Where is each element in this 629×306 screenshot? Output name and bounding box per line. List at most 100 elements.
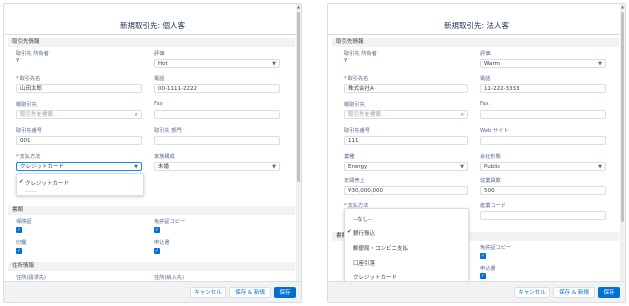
parent-account-label: 親取引先 <box>344 102 365 108</box>
application-checkbox[interactable]: ✓ <box>480 273 486 279</box>
dropdown-option[interactable]: --なし-- <box>353 215 372 223</box>
parent-account-label: 親取引先 <box>16 102 37 108</box>
insurance-checkbox[interactable]: ✓ <box>16 227 22 233</box>
industry-select[interactable]: Energy ▼ <box>344 162 468 171</box>
fax-label: Fax <box>480 101 489 107</box>
save-button[interactable]: 保存 <box>598 287 620 298</box>
rating-select-value: Hot <box>158 61 168 67</box>
modal-title: 新規取引先: 法人客 <box>444 21 509 30</box>
section-header-docs: 書類 <box>8 206 295 215</box>
save-and-new-button[interactable]: 保存 & 新規 <box>229 287 271 298</box>
owner-label: 取引先 所有者 <box>16 51 49 57</box>
name-label: 取引先名 <box>16 75 41 82</box>
phone-input[interactable]: 00-1111-2222 <box>154 84 280 93</box>
modal-footer: キャンセル 保存 & 新規 保存 <box>4 281 301 302</box>
payment-method-label: 支払方法 <box>16 153 41 160</box>
divider <box>328 34 625 35</box>
scroll-up-icon[interactable]: ▲ <box>620 4 625 9</box>
industry-code-label: 産業コード <box>480 203 506 209</box>
name-input[interactable]: 株式会社A <box>344 84 468 93</box>
fax-input[interactable] <box>480 110 606 119</box>
chevron-down-icon: ▼ <box>598 61 602 67</box>
seal-label: 印鑑 <box>16 240 27 246</box>
dropdown-option[interactable]: クレジットカード <box>353 273 397 281</box>
account-number-input[interactable]: 001 <box>16 136 142 145</box>
section-header-address: 住所情報 <box>8 262 295 271</box>
owner-label: 取引先 所有者 <box>344 51 377 57</box>
license-copy-checkbox[interactable]: ✓ <box>480 253 486 259</box>
parent-account-search[interactable]: 取引先を検索... ⌕ <box>16 110 142 119</box>
department-input[interactable] <box>154 136 280 145</box>
rating-select[interactable]: Hot ▼ <box>154 59 280 68</box>
name-label: 取引先名 <box>344 75 369 82</box>
save-button[interactable]: 保存 <box>274 287 296 298</box>
industry-select-value: Energy <box>348 164 368 170</box>
scrollbar-thumb[interactable] <box>297 12 300 182</box>
employees-label: 従業員数 <box>480 178 501 184</box>
parent-account-search[interactable]: 取引先を検索... ⌕ <box>344 110 468 119</box>
account-number-input[interactable]: 111 <box>344 136 468 145</box>
dropdown-option[interactable]: ✔ 銀行振込 <box>347 229 375 237</box>
owner-value: Y <box>16 58 20 64</box>
dropdown-option-label: ------ <box>25 189 37 195</box>
dropdown-option[interactable]: 口座引落 <box>353 259 375 267</box>
industry-code-input[interactable] <box>480 211 606 220</box>
dropdown-option-label: クレジットカード <box>25 181 70 187</box>
individual-account-modal: 新規取引先: 個人客 取引先情報 取引先 所有者 Y 評価 Hot ▼ 取引先名… <box>3 3 302 303</box>
cancel-button[interactable]: キャンセル <box>514 287 550 298</box>
scrollbar-thumb[interactable] <box>621 12 624 222</box>
phone-input[interactable]: 11-222-3333 <box>480 84 606 93</box>
scrollbar[interactable] <box>296 4 301 282</box>
fax-input[interactable] <box>154 110 280 119</box>
ownership-select[interactable]: Public ▼ <box>480 162 606 171</box>
family-select[interactable]: 未婚 ▼ <box>154 162 280 171</box>
payment-method-value: クレジットカード <box>20 164 65 170</box>
rating-select-value: Warm <box>484 61 500 67</box>
dropdown-option[interactable]: 郵便局・コンビニ支払 <box>353 244 408 252</box>
chevron-down-icon: ▼ <box>460 164 464 170</box>
cancel-button[interactable]: キャンセル <box>190 287 226 298</box>
billing-address-label: 住所(請求先) <box>16 275 46 281</box>
license-copy-checkbox[interactable]: ✓ <box>154 227 160 233</box>
check-icon: ✔ <box>19 179 24 185</box>
application-label: 申込書 <box>154 240 170 246</box>
annual-revenue-input[interactable]: ¥30,000,000 <box>344 186 468 195</box>
application-checkbox[interactable]: ✓ <box>154 248 160 254</box>
website-label: Web サイト <box>480 128 509 134</box>
shipping-address-label: 住所(納入先) <box>154 275 184 281</box>
parent-account-placeholder: 取引先を検索... <box>20 112 59 118</box>
chevron-down-icon: ▼ <box>272 61 276 67</box>
search-icon: ⌕ <box>460 111 464 118</box>
section-header-account-info: 取引先情報 <box>332 38 619 47</box>
chevron-down-icon: ▼ <box>598 164 602 170</box>
search-icon: ⌕ <box>134 111 138 118</box>
save-and-new-button[interactable]: 保存 & 新規 <box>553 287 595 298</box>
name-input[interactable]: 山田太郎 <box>16 84 142 93</box>
dropdown-option[interactable]: ✔ クレジットカード <box>19 179 70 187</box>
seal-checkbox[interactable]: ✓ <box>16 248 22 254</box>
dropdown-option-label: --なし-- <box>353 217 372 223</box>
divider <box>4 34 301 35</box>
dropdown-option[interactable]: ------ <box>25 189 37 195</box>
license-copy-label: 免許証コピー <box>480 245 512 251</box>
corporate-account-modal: 新規取引先: 法人客 取引先情報 取引先 所有者 Y 評価 Warm ▼ 取引先… <box>327 3 626 303</box>
modal-title: 新規取引先: 個人客 <box>120 21 185 30</box>
account-number-label: 取引先番号 <box>344 128 370 134</box>
parent-account-placeholder: 取引先を検索... <box>348 112 387 118</box>
employees-input[interactable]: 500 <box>480 186 606 195</box>
payment-method-select[interactable]: クレジットカード ▼ <box>16 162 142 171</box>
ownership-label: 会社形態 <box>480 154 501 160</box>
website-input[interactable] <box>480 136 606 145</box>
scroll-up-icon[interactable]: ▲ <box>296 4 301 9</box>
dropdown-option-label: 口座引落 <box>353 261 376 267</box>
phone-label: 電話 <box>480 76 491 82</box>
family-select-value: 未婚 <box>158 164 170 170</box>
owner-value: Y <box>344 58 348 64</box>
family-label: 家族構成 <box>154 154 175 160</box>
chevron-down-icon: ▼ <box>134 164 138 170</box>
rating-select[interactable]: Warm ▼ <box>480 59 606 68</box>
department-label: 取引先 部門 <box>154 128 182 134</box>
insurance-label: 保険証 <box>16 219 32 225</box>
scrollbar[interactable] <box>620 4 625 282</box>
rating-label: 評価 <box>480 51 491 57</box>
